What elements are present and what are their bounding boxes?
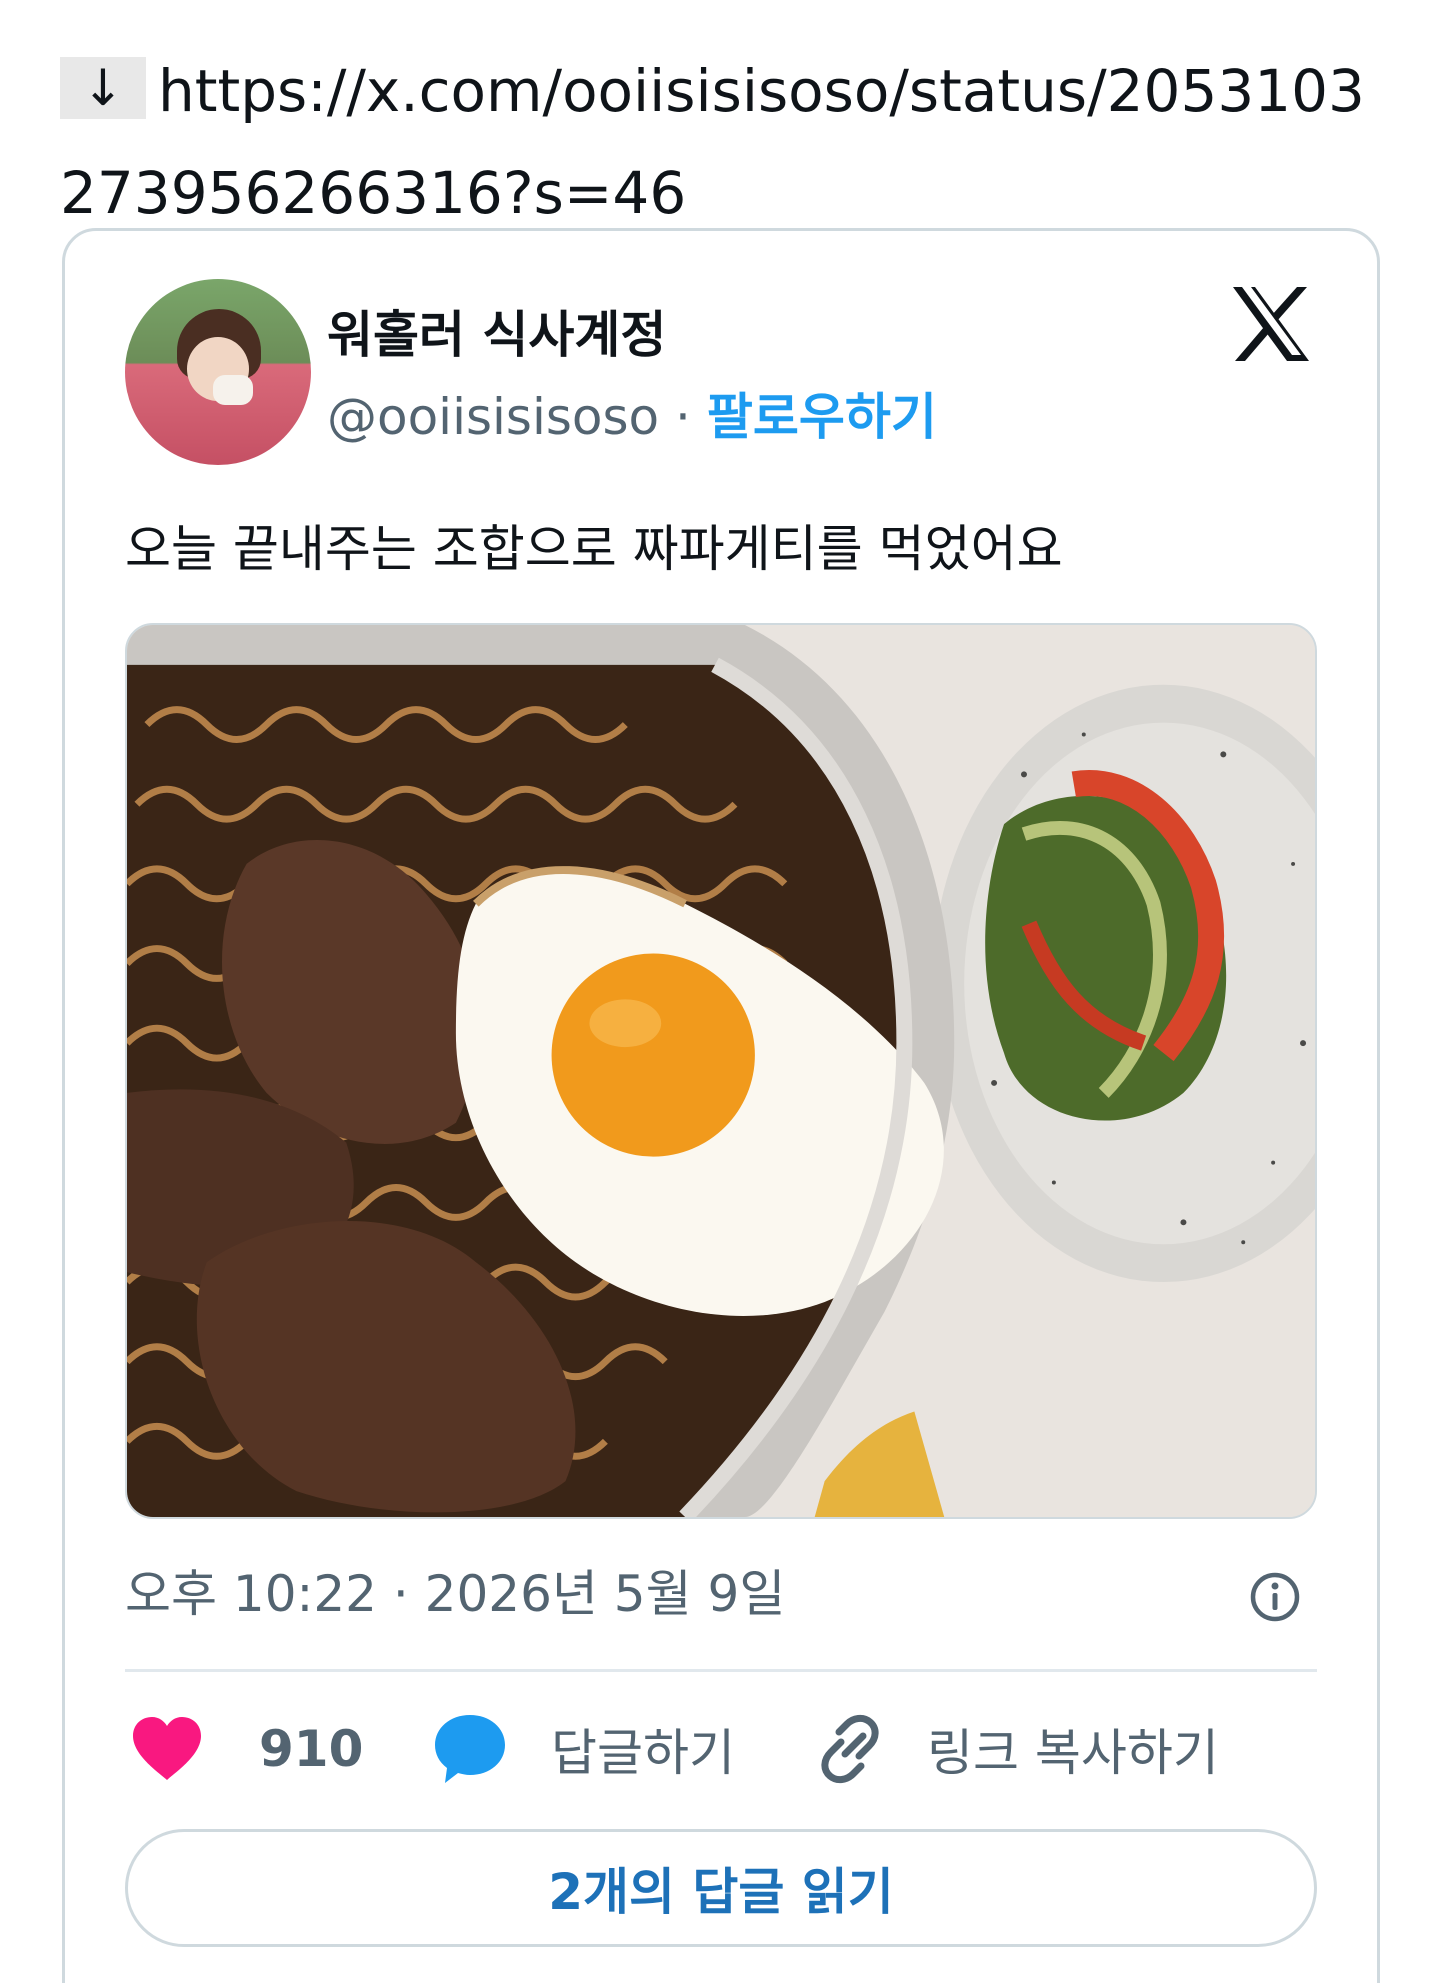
tweet-url[interactable]: https://x.com/ooiisisisoso/status/205310… (60, 57, 1365, 227)
actions-row: 910 답글하기 링크 복사하기 (125, 1699, 1317, 1799)
reply-button[interactable]: 답글하기 (433, 1699, 735, 1799)
reply-label: 답글하기 (551, 1724, 735, 1782)
page: ↓ https://x.com/ooiisisisoso/status/20531… (0, 0, 1440, 1983)
avatar-hand (213, 375, 253, 405)
tweet-embed-card[interactable]: 워홀러 식사계정 @ooiisisisoso · 팔로우하기 오늘 끝내주는 조… (62, 228, 1380, 1983)
timestamp-row: 오후 10:22 · 2026년 5월 9일 (125, 1559, 1317, 1629)
link-icon (821, 1714, 879, 1784)
handle-separator: · (659, 388, 707, 446)
x-logo-icon[interactable] (1229, 285, 1313, 363)
follow-button[interactable]: 팔로우하기 (707, 388, 937, 446)
copy-link-button[interactable]: 링크 복사하기 (815, 1699, 1219, 1799)
jjapaghetti-photo (127, 625, 1315, 1517)
copy-link-label: 링크 복사하기 (927, 1724, 1219, 1782)
tweet-timestamp[interactable]: 오후 10:22 · 2026년 5월 9일 (125, 1565, 785, 1623)
display-name[interactable]: 워홀러 식사계정 (327, 295, 666, 367)
user-handle[interactable]: @ooiisisisoso (327, 388, 659, 446)
egg-yolk-highlight (589, 999, 662, 1048)
read-replies-button[interactable]: 2개의 답글 읽기 (125, 1829, 1317, 1947)
tweet-link[interactable]: ↓ https://x.com/ooiisisisoso/status/20531… (60, 40, 1390, 244)
egg-yolk (551, 953, 755, 1157)
heart-icon (133, 1717, 201, 1780)
speech-bubble-icon (435, 1715, 505, 1783)
down-arrow-icon: ↓ (60, 57, 146, 119)
like-count: 910 (259, 1720, 364, 1778)
divider (125, 1669, 1317, 1672)
tweet-text: 오늘 끝내주는 조합으로 짜파게티를 먹었어요 (125, 520, 1063, 578)
info-icon[interactable] (1249, 1571, 1301, 1623)
tweet-photo[interactable] (125, 623, 1317, 1519)
handle-row: @ooiisisisoso · 팔로우하기 (327, 377, 937, 449)
avatar[interactable] (125, 279, 311, 465)
like-button[interactable]: 910 (131, 1699, 363, 1799)
